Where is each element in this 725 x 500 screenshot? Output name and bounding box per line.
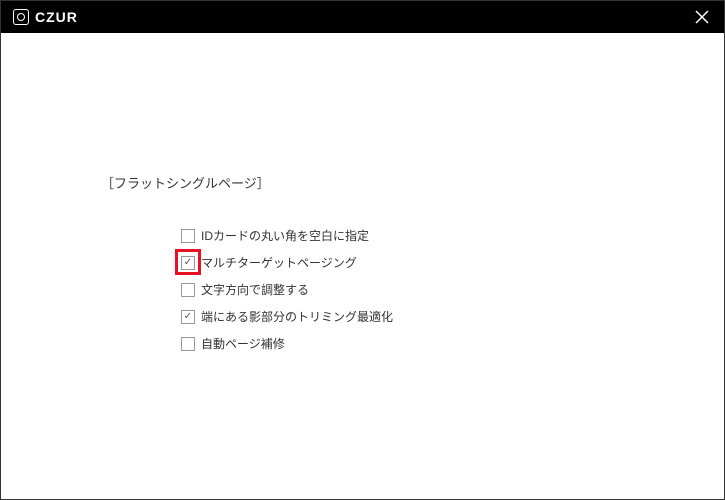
brand: CZUR	[13, 9, 78, 25]
checkbox-text-direction-adjust[interactable]	[181, 283, 195, 297]
option-row: 端にある影部分のトリミング最適化	[181, 308, 724, 325]
option-row: IDカードの丸い角を空白に指定	[181, 227, 724, 244]
checkbox-multi-target-paging[interactable]	[181, 256, 195, 270]
option-label: 文字方向で調整する	[201, 281, 309, 298]
section-title: ［フラットシングルページ］	[101, 173, 724, 192]
titlebar: CZUR	[1, 1, 724, 33]
option-row: マルチターゲットページング	[181, 254, 724, 271]
brand-name: CZUR	[35, 9, 78, 25]
checkbox-edge-shadow-trimming[interactable]	[181, 310, 195, 324]
option-row: 文字方向で調整する	[181, 281, 724, 298]
checkbox-auto-page-repair[interactable]	[181, 337, 195, 351]
option-label: IDカードの丸い角を空白に指定	[201, 227, 369, 244]
options-list: IDカードの丸い角を空白に指定 マルチターゲットページング 文字方向で調整する …	[101, 227, 724, 352]
option-row: 自動ページ補修	[181, 335, 724, 352]
dialog-window: CZUR ［フラットシングルページ］ IDカードの丸い角を空白に指定 マルチター…	[0, 0, 725, 500]
checkbox-id-card-corners[interactable]	[181, 229, 195, 243]
option-label: 端にある影部分のトリミング最適化	[201, 308, 393, 325]
brand-icon	[13, 9, 29, 25]
close-icon	[695, 10, 709, 24]
option-label: マルチターゲットページング	[201, 254, 357, 271]
option-label: 自動ページ補修	[201, 335, 285, 352]
close-button[interactable]	[692, 7, 712, 27]
dialog-content: ［フラットシングルページ］ IDカードの丸い角を空白に指定 マルチターゲットペー…	[1, 33, 724, 499]
